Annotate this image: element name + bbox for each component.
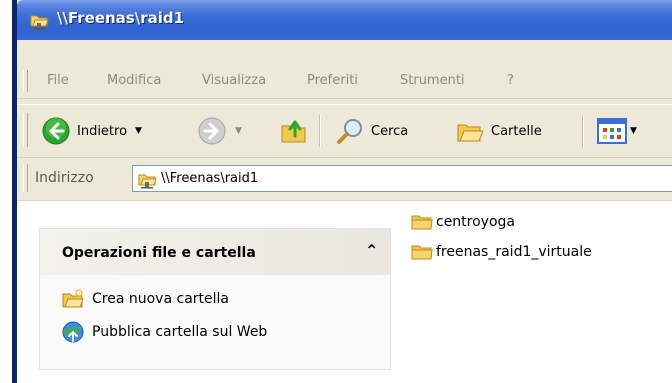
network-folder-icon <box>30 15 49 30</box>
address-grip[interactable] <box>23 164 28 192</box>
menu-help[interactable]: ? <box>507 73 514 88</box>
menu-modifica[interactable]: Modifica <box>107 73 161 88</box>
menu-bar: File Modifica Visualizza Preferiti Strum… <box>17 64 672 99</box>
search-icon <box>337 119 362 144</box>
views-dropdown-icon[interactable]: ▼ <box>630 126 637 136</box>
forward-dropdown-icon[interactable]: ▼ <box>235 126 242 136</box>
task-create-folder[interactable]: Crea nuova cartella <box>62 289 229 309</box>
network-folder-icon <box>138 174 157 189</box>
new-folder-icon <box>62 289 84 308</box>
file-folder-tasks-panel: Operazioni file e cartella ⌃ Crea nuova … <box>39 228 391 370</box>
menu-preferiti[interactable]: Preferiti <box>307 73 358 88</box>
publish-web-icon <box>62 321 84 343</box>
up-folder-button[interactable] <box>279 111 309 151</box>
up-folder-icon <box>281 120 306 143</box>
views-button[interactable]: ▼ <box>597 111 637 151</box>
folder-icon <box>411 215 433 230</box>
toolbar-separator-2 <box>582 115 584 147</box>
title-spacer <box>17 40 672 64</box>
back-arrow-icon <box>42 117 70 145</box>
address-bar: Indirizzo \\Freenas\raid1 <box>17 158 672 201</box>
desktop-edge <box>0 0 12 383</box>
menu-visualizza[interactable]: Visualizza <box>202 73 266 88</box>
address-value: \\Freenas\raid1 <box>161 171 259 186</box>
search-label: Cerca <box>371 123 409 139</box>
folder-item[interactable]: freenas_raid1_virtuale <box>411 243 592 261</box>
address-input[interactable]: \\Freenas\raid1 <box>132 165 672 192</box>
content-area: Operazioni file e cartella ⌃ Crea nuova … <box>17 201 672 383</box>
address-label: Indirizzo <box>35 170 94 186</box>
task-publish-web-label: Pubblica cartella sul Web <box>92 324 268 340</box>
toolbar-grip[interactable] <box>23 113 28 147</box>
title-bar[interactable]: \\Freenas\raid1 <box>17 0 672 40</box>
menu-file[interactable]: File <box>47 73 69 88</box>
folders-label: Cartelle <box>491 123 542 139</box>
back-label: Indietro <box>77 123 128 139</box>
folder-icon <box>411 245 433 260</box>
back-button[interactable]: Indietro ▼ <box>41 111 142 151</box>
folders-icon <box>457 124 484 142</box>
menu-strumenti[interactable]: Strumenti <box>400 73 465 88</box>
menu-grip[interactable] <box>23 70 28 92</box>
folders-button[interactable]: Cartelle <box>455 111 542 151</box>
forward-arrow-icon <box>198 117 226 145</box>
toolbar: Indietro ▼ ▼ Cerca Cartelle ▼ <box>17 104 672 158</box>
views-icon <box>597 118 627 144</box>
folder-name: centroyoga <box>436 214 516 230</box>
task-publish-web[interactable]: Pubblica cartella sul Web <box>62 321 267 343</box>
folder-item[interactable]: centroyoga <box>411 213 515 231</box>
tasks-header[interactable]: Operazioni file e cartella ⌃ <box>40 229 390 275</box>
collapse-chevron-icon[interactable]: ⌃ <box>365 241 378 260</box>
task-create-folder-label: Crea nuova cartella <box>92 291 229 307</box>
explorer-window: \\Freenas\raid1 File Modifica Visualizza… <box>17 0 672 383</box>
toolbar-separator <box>319 115 321 147</box>
folder-name: freenas_raid1_virtuale <box>436 244 592 260</box>
window-title: \\Freenas\raid1 <box>57 9 185 27</box>
tasks-title: Operazioni file e cartella <box>62 245 256 261</box>
search-button[interactable]: Cerca <box>335 111 408 151</box>
back-dropdown-icon[interactable]: ▼ <box>135 126 142 136</box>
forward-button[interactable]: ▼ <box>197 111 242 151</box>
